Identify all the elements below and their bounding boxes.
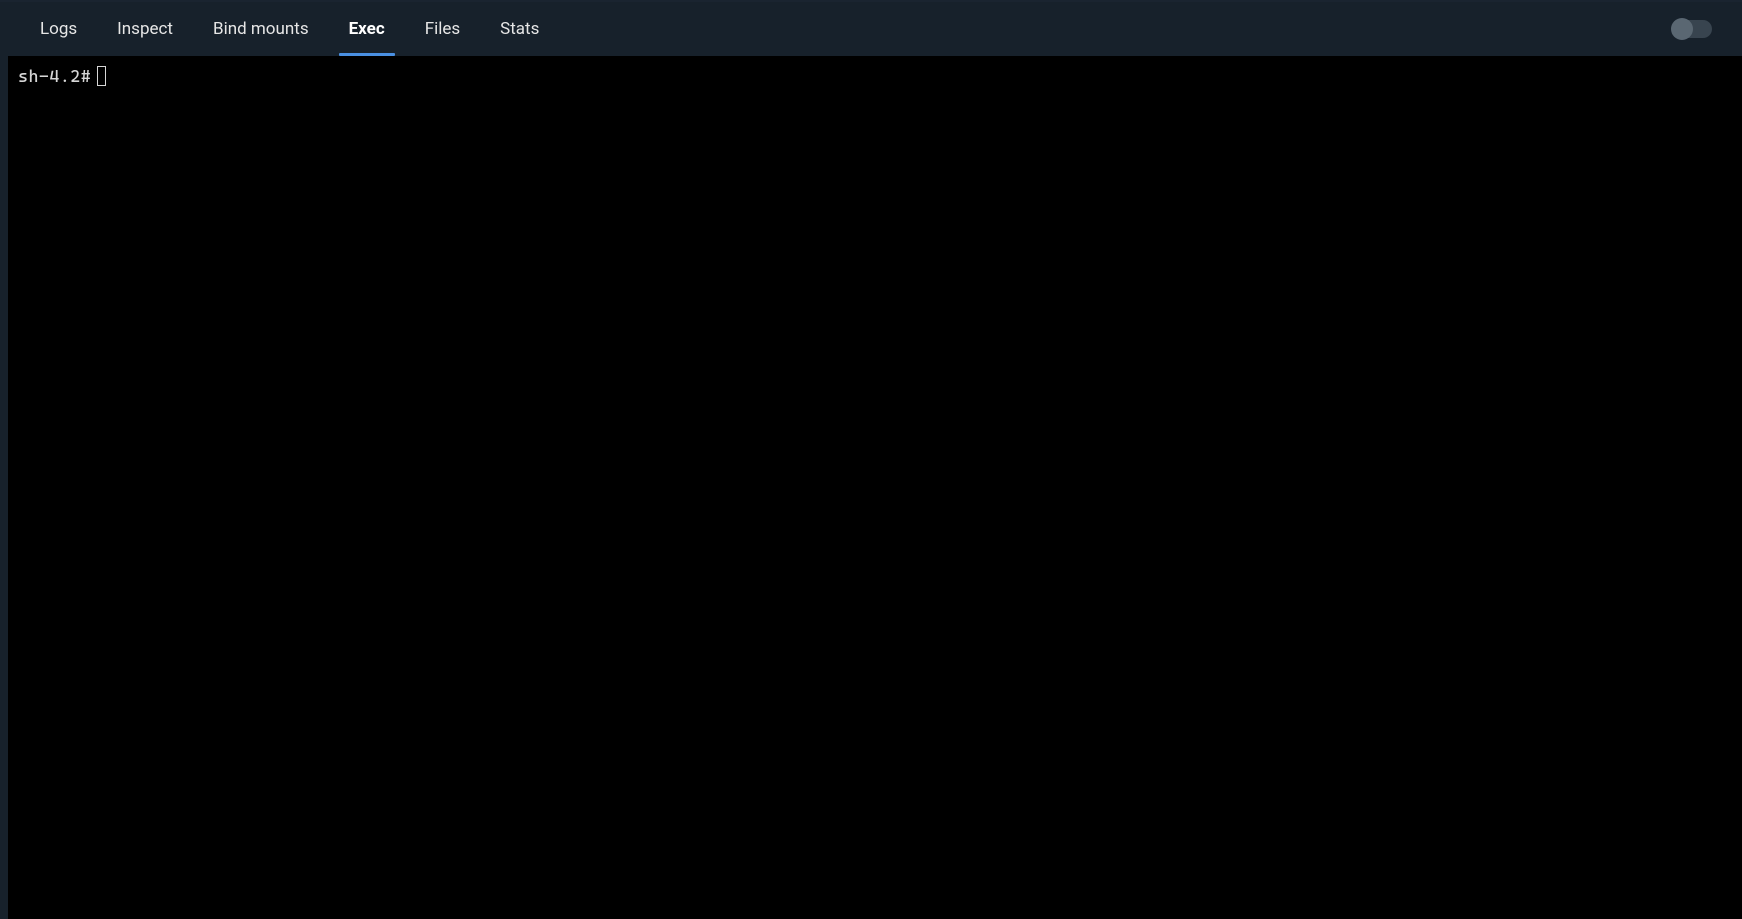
terminal-cursor xyxy=(97,66,106,86)
dark-mode-toggle[interactable] xyxy=(1672,20,1712,38)
tab-bind-mounts[interactable]: Bind mounts xyxy=(193,2,329,56)
tab-inspect[interactable]: Inspect xyxy=(97,2,193,56)
tab-exec[interactable]: Exec xyxy=(329,2,405,56)
terminal[interactable]: sh-4.2# xyxy=(8,56,1742,919)
tab-logs[interactable]: Logs xyxy=(20,2,97,56)
tab-bar: Logs Inspect Bind mounts Exec Files Stat… xyxy=(0,2,1742,56)
tab-files[interactable]: Files xyxy=(405,2,480,56)
terminal-prompt: sh-4.2# xyxy=(18,66,91,86)
terminal-line: sh-4.2# xyxy=(18,66,1732,86)
tabs-container: Logs Inspect Bind mounts Exec Files Stat… xyxy=(20,2,559,56)
tab-stats[interactable]: Stats xyxy=(480,2,559,56)
toggle-knob xyxy=(1671,18,1693,40)
